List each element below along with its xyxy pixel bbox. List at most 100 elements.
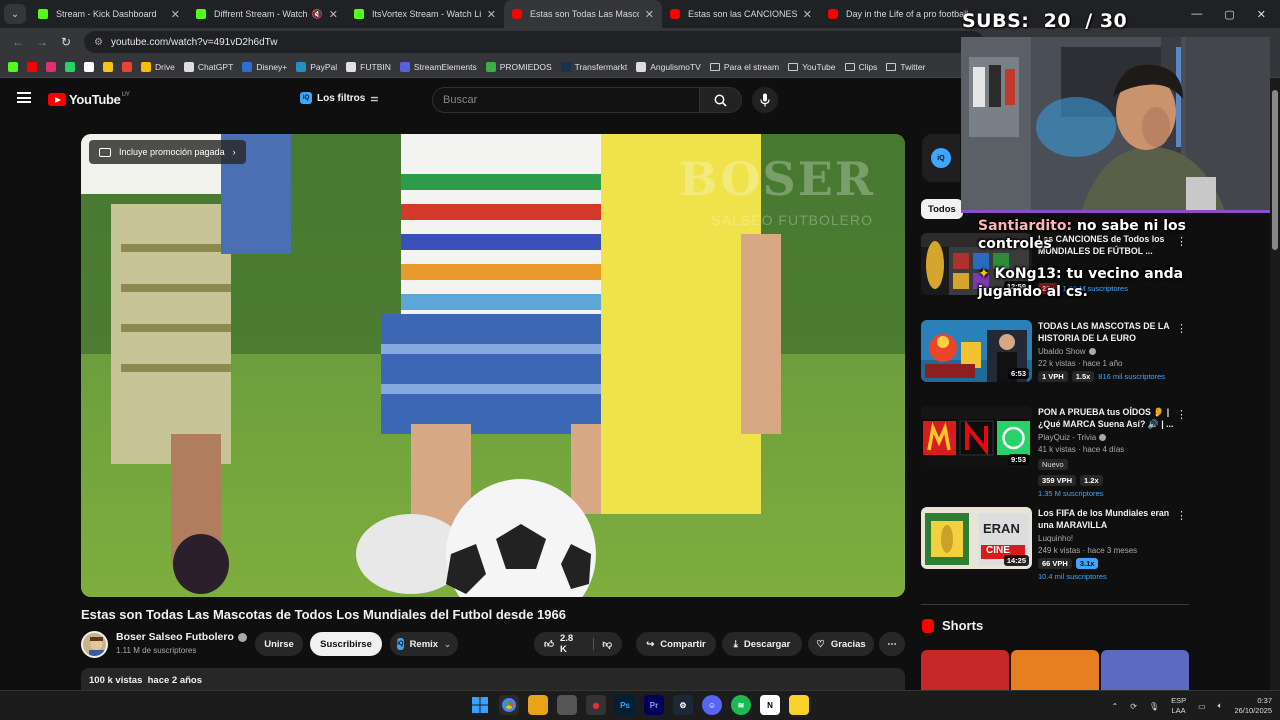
clock[interactable]: 0:37 26/10/2025	[1234, 696, 1272, 716]
browser-tab[interactable]: Estas son las CANCIONES MÁS ✕	[662, 0, 820, 28]
spotify-icon[interactable]: ≋	[731, 695, 751, 715]
recommendation-thumbnail[interactable]: ERAN CINE 14:25	[921, 507, 1032, 569]
search-button[interactable]	[700, 87, 742, 113]
sync-icon[interactable]: ⟳	[1130, 702, 1137, 711]
steam-icon[interactable]: ⚙	[673, 695, 693, 715]
reload-icon[interactable]: ↻	[54, 35, 78, 49]
channel-name[interactable]: Boser Salseo Futbolero	[116, 631, 247, 643]
recommendation-title[interactable]: TODAS LAS MASCOTAS DE LA HISTORIA DE LA …	[1038, 320, 1178, 344]
bookmark-item[interactable]	[27, 61, 37, 72]
thanks-button[interactable]: ♡ Gracias	[808, 632, 874, 656]
discord-icon[interactable]: ☺	[702, 695, 722, 715]
bookmark-item[interactable]: PayPal	[296, 61, 337, 72]
join-button[interactable]: Unirse	[255, 632, 303, 656]
bookmark-item[interactable]	[103, 61, 113, 72]
forward-arrow-icon[interactable]: →	[30, 35, 54, 49]
bookmark-item[interactable]	[122, 61, 132, 72]
bookmark-item[interactable]	[46, 61, 56, 72]
iq-sidebar-button[interactable]: iQ	[922, 134, 960, 182]
muted-speaker-icon[interactable]: 🔇	[312, 9, 323, 20]
bookmark-item[interactable]: Para el stream	[709, 62, 779, 72]
bookmark-item[interactable]	[65, 61, 75, 72]
thumbs-up-icon[interactable]: 👍︎	[544, 638, 554, 650]
bookmark-item[interactable]: AngulismoTV	[636, 61, 701, 72]
bookmark-item[interactable]	[8, 61, 18, 72]
download-button[interactable]: ⤓ Descargar	[722, 632, 802, 656]
browser-tab[interactable]: Stream - Kick Dashboard ✕	[30, 0, 188, 28]
more-vertical-icon[interactable]: ⋮	[1176, 408, 1187, 421]
recommendation-title[interactable]: PON A PRUEBA tus OÍDOS 👂 | ¿Qué MARCA Su…	[1038, 406, 1178, 430]
microphone-icon[interactable]: 🎙︎	[1149, 702, 1159, 711]
app-icon[interactable]	[557, 695, 577, 715]
chip-all[interactable]: Todos	[921, 199, 963, 219]
language-indicator[interactable]: ESP LAA	[1171, 696, 1186, 716]
subscribe-button[interactable]: Suscribirse	[310, 632, 382, 656]
voice-search-button[interactable]	[752, 87, 778, 113]
bookmark-item[interactable]: Disney+	[242, 61, 287, 72]
channel-avatar[interactable]	[81, 631, 108, 658]
close-window-icon[interactable]: ✕	[1257, 8, 1266, 21]
bookmark-item[interactable]: Clips	[844, 62, 877, 72]
short-thumbnail[interactable]	[1011, 650, 1099, 690]
maximize-icon[interactable]: ▢	[1224, 8, 1234, 21]
close-tab-icon[interactable]: ✕	[645, 8, 654, 21]
more-vertical-icon[interactable]: ⋮	[1176, 509, 1187, 522]
chrome-taskbar-button[interactable]	[499, 695, 519, 715]
bookmark-item[interactable]: YouTube	[788, 62, 836, 72]
bookmark-item[interactable]: Twitter	[886, 62, 925, 72]
recommendation-item[interactable]: 9:53 PON A PRUEBA tus OÍDOS 👂 | ¿Qué MAR…	[921, 406, 1191, 498]
start-button[interactable]	[470, 695, 490, 715]
recommendation-channel[interactable]: Ubaldo Show	[1038, 347, 1178, 356]
browser-tab[interactable]: Diffrent Stream - Watch Live 🔇 ✕	[188, 0, 346, 28]
bookmark-item[interactable]: StreamElements	[399, 61, 477, 72]
sticky-notes-icon[interactable]	[789, 695, 809, 715]
bookmark-item[interactable]	[84, 61, 94, 72]
site-info-icon[interactable]: ⚙	[94, 37, 103, 48]
close-tab-icon[interactable]: ✕	[803, 8, 812, 21]
share-button[interactable]: ↪ Compartir	[636, 632, 716, 656]
more-actions-button[interactable]: ⋯	[879, 632, 905, 656]
close-tab-icon[interactable]: ✕	[329, 8, 338, 21]
chevron-up-icon[interactable]: ⌃	[1112, 702, 1119, 711]
recommendation-thumbnail[interactable]: 9:53	[921, 406, 1032, 468]
file-explorer-icon[interactable]	[528, 695, 548, 715]
thumbs-down-icon[interactable]: 👎︎	[593, 638, 612, 650]
network-icon[interactable]: ▭	[1198, 702, 1206, 711]
close-tab-icon[interactable]: ✕	[171, 8, 180, 21]
recommendation-channel[interactable]: Luquinho!	[1038, 534, 1178, 543]
tab-search-button[interactable]: ⌄	[4, 4, 26, 24]
notion-icon[interactable]: N	[760, 695, 780, 715]
short-thumbnail[interactable]	[1101, 650, 1189, 690]
bookmark-item[interactable]: FUTBIN	[346, 61, 391, 72]
like-count[interactable]: 2.8 K	[560, 633, 579, 655]
minimize-icon[interactable]: —	[1191, 8, 1202, 20]
recommendation-item[interactable]: ERAN CINE 14:25 Los FIFA de los Mundiale…	[921, 507, 1191, 587]
url-field[interactable]: ⚙ youtube.com/watch?v=491vD2h6dTw	[84, 31, 984, 53]
recommendation-thumbnail[interactable]: 6:53	[921, 320, 1032, 382]
short-thumbnail[interactable]	[921, 650, 1009, 690]
close-tab-icon[interactable]: ✕	[487, 8, 496, 21]
filters-button[interactable]: iQ Los filtros ⚌	[300, 92, 378, 104]
bookmark-item[interactable]: Transfermarkt	[560, 61, 627, 72]
bookmark-item[interactable]: ChatGPT	[183, 61, 233, 72]
menu-icon[interactable]	[17, 92, 31, 103]
recommendation-item[interactable]: 6:53 TODAS LAS MASCOTAS DE LA HISTORIA D…	[921, 320, 1191, 384]
browser-tab[interactable]: ItsVortex Stream - Watch Live o ✕	[346, 0, 504, 28]
recommendation-channel[interactable]: PlayQuiz - Trivia	[1038, 433, 1178, 442]
more-vertical-icon[interactable]: ⋮	[1176, 322, 1187, 335]
browser-tab[interactable]: Day in the Life of a pro football	[820, 0, 978, 28]
remix-button[interactable]: iQ Remix ⌄	[390, 632, 458, 656]
paid-promotion-badge[interactable]: Incluye promoción pagada ›	[89, 140, 246, 164]
back-arrow-icon[interactable]: ←	[6, 35, 30, 49]
bookmark-item[interactable]: PROMIEDOS	[485, 61, 552, 72]
photoshop-icon[interactable]: Ps	[615, 695, 635, 715]
page-scrollbar[interactable]	[1270, 78, 1280, 690]
scrollbar-thumb[interactable]	[1272, 90, 1278, 250]
youtube-logo[interactable]: YouTube UY	[48, 92, 130, 107]
recommendation-title[interactable]: Los FIFA de los Mundiales eran una MARAV…	[1038, 507, 1178, 531]
antivirus-icon[interactable]: ◉	[586, 695, 606, 715]
search-input[interactable]: Buscar	[432, 87, 700, 113]
premiere-icon[interactable]: Pr	[644, 695, 664, 715]
video-player[interactable]: BOSER SALSEO FUTBOLERO Incluye promoción…	[81, 134, 905, 597]
volume-icon[interactable]: 🔈︎	[1218, 701, 1223, 711]
